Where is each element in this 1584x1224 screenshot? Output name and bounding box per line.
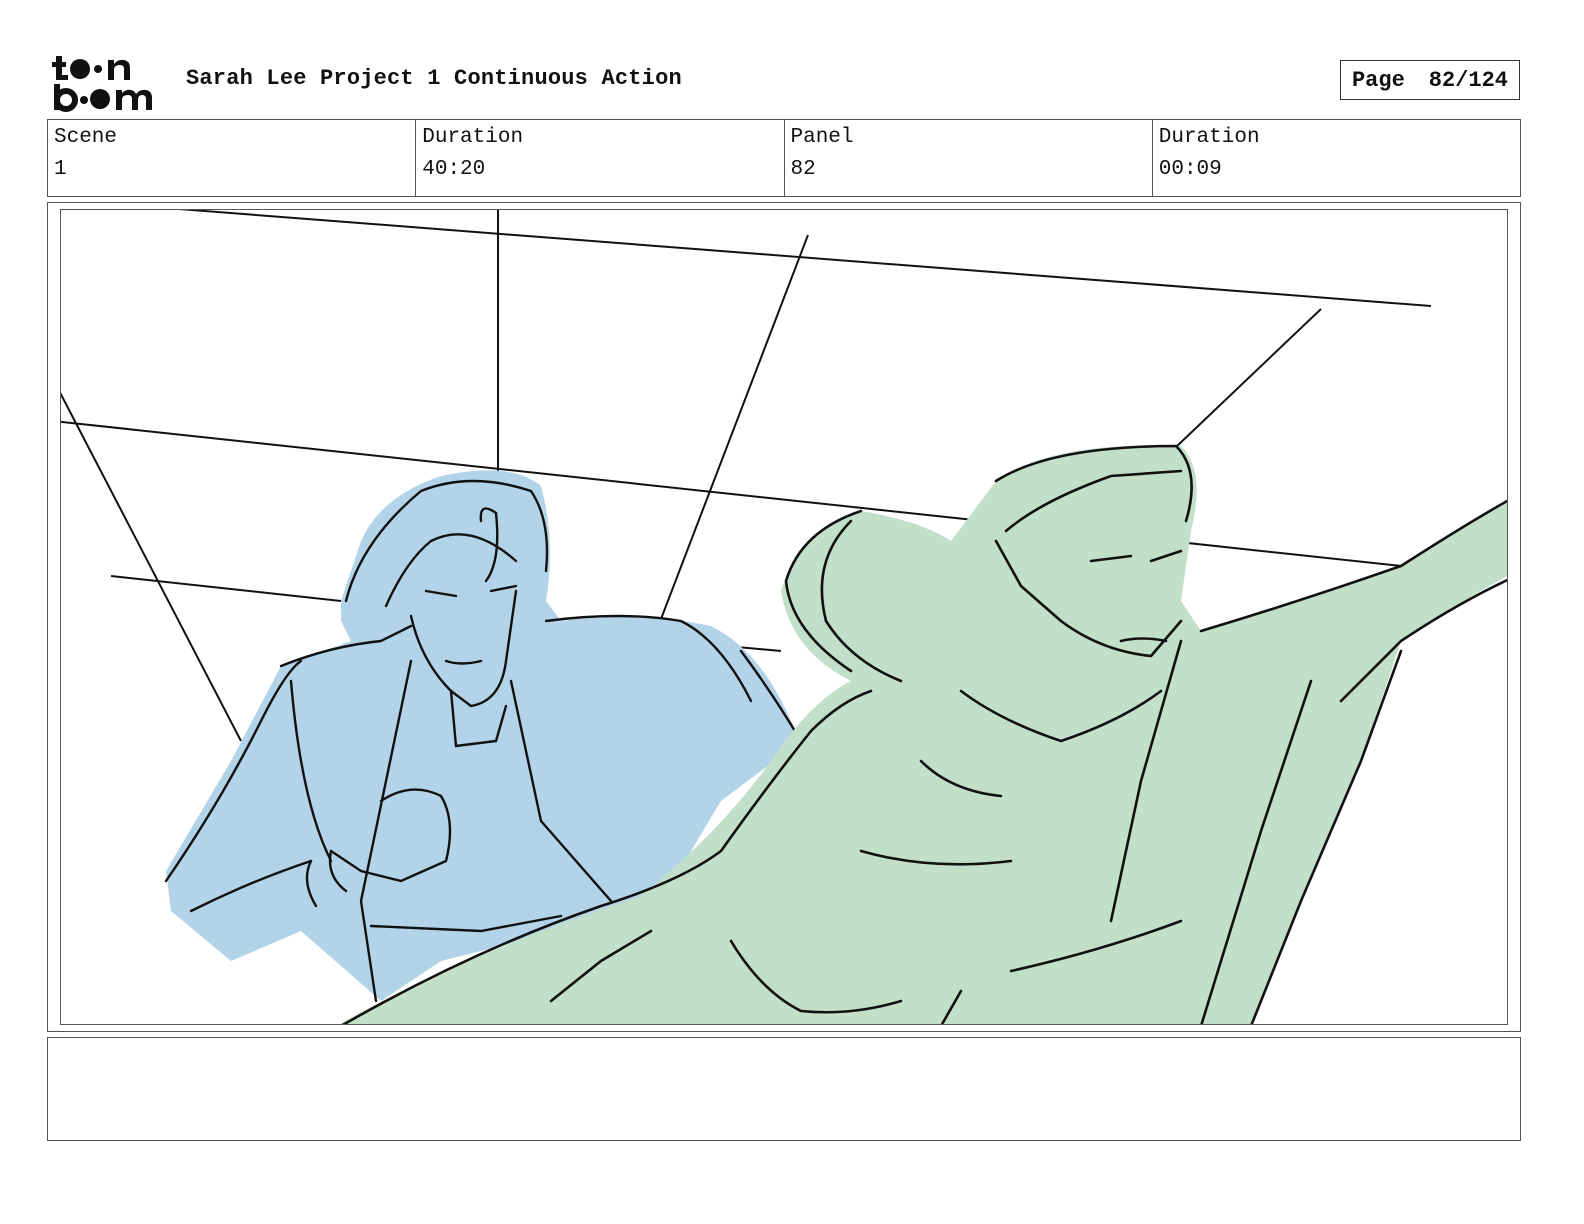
scene-cell: Scene 1: [48, 120, 415, 196]
scene-value: 1: [54, 158, 67, 181]
document-title: Sarah Lee Project 1 Continuous Action: [186, 66, 682, 91]
page-value: 82/124: [1428, 67, 1509, 93]
storyboard-panel-image: [60, 209, 1508, 1025]
scene-label: Scene: [54, 126, 118, 149]
panel-duration-label: Duration: [1158, 126, 1260, 149]
page-indicator: Page 82/124: [1340, 60, 1520, 100]
toon-boom-logo: [52, 56, 152, 112]
panel-label: Panel: [790, 126, 854, 149]
panel-value: 82: [790, 158, 816, 181]
panel-notes: [47, 1037, 1521, 1141]
panel-duration-value: 00:09: [1158, 158, 1222, 181]
panel-duration-cell: Duration 00:09: [1151, 120, 1520, 196]
scene-duration-cell: Duration 40:20: [415, 120, 783, 196]
panel-sketch: [61, 210, 1507, 1024]
page-label: Page: [1351, 67, 1405, 93]
panel-info-bar: Scene 1 Duration 40:20 Panel 82 Duration…: [47, 119, 1521, 197]
panel-cell: Panel 82: [783, 120, 1152, 196]
scene-duration-value: 40:20: [422, 158, 486, 181]
scene-duration-label: Duration: [422, 126, 524, 149]
